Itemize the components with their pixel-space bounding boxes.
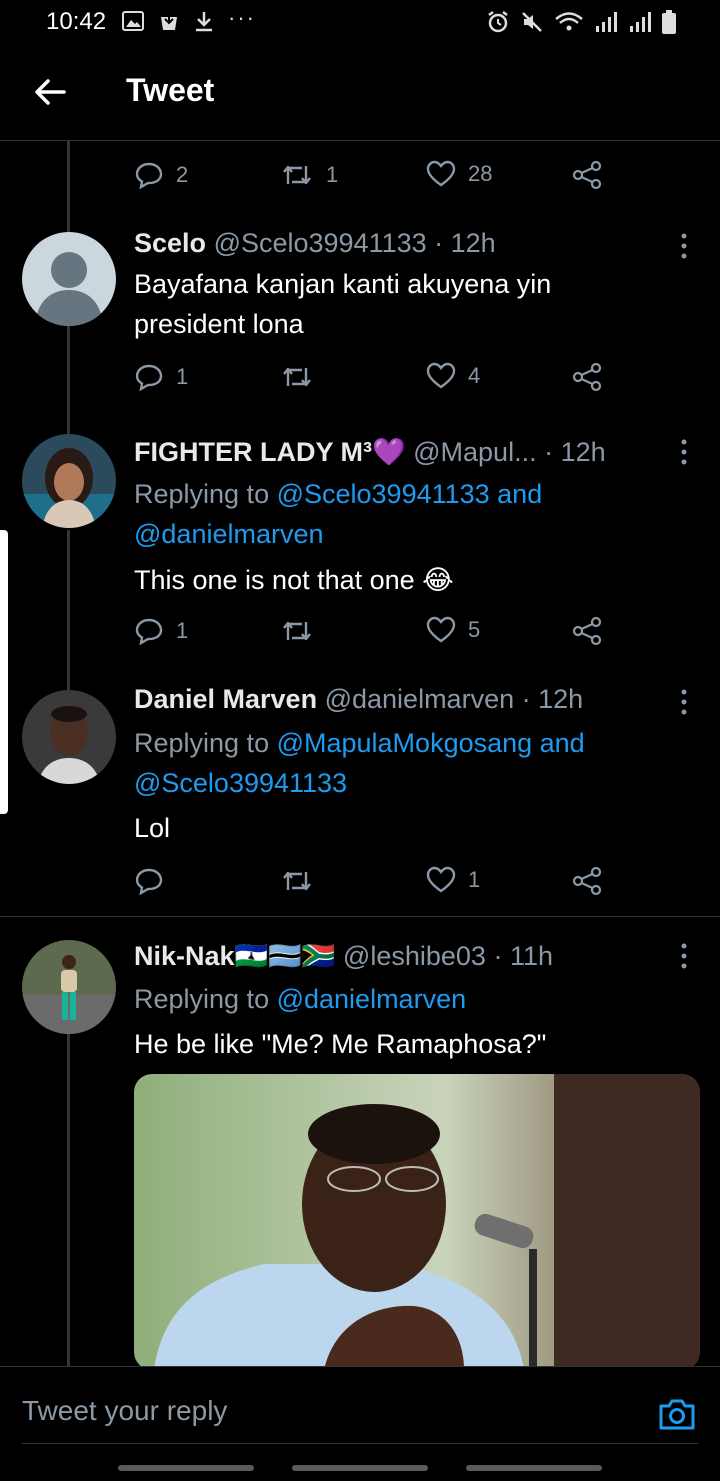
user-handle: @leshibe03 (342, 941, 486, 971)
more-icon[interactable] (676, 942, 692, 970)
system-navigation (0, 1461, 720, 1481)
tweet-photo[interactable] (134, 1074, 700, 1370)
nav-back[interactable] (118, 1465, 254, 1471)
replying-to-label: Replying to (134, 984, 277, 1014)
avatar[interactable] (22, 940, 116, 1034)
scroll-edge-handle[interactable] (0, 530, 8, 814)
display-name[interactable]: Nik-Nak🇱🇸🇧🇼🇿🇦 (134, 941, 335, 971)
replying-to: Replying to @danielmarven (134, 979, 694, 1019)
tweet-header: Nik-Nak🇱🇸🇧🇼🇿🇦 @leshibe03 · 11h (134, 940, 553, 972)
tweet-text: He be like "Me? Me Ramaphosa?" (134, 1029, 547, 1059)
camera-icon[interactable] (658, 1395, 696, 1433)
reply-input[interactable]: Tweet your reply (22, 1395, 227, 1427)
tweet-time: · 11h (493, 941, 553, 971)
reply-composer: Tweet your reply (0, 1366, 720, 1481)
mention-link[interactable]: @danielmarven (277, 984, 467, 1014)
nav-home[interactable] (292, 1465, 428, 1471)
nav-recents[interactable] (466, 1465, 602, 1471)
composer-divider (22, 1443, 698, 1444)
tweet-nik-nak[interactable]: Nik-Nak🇱🇸🇧🇼🇿🇦 @leshibe03 · 11h Replying … (0, 0, 720, 1370)
